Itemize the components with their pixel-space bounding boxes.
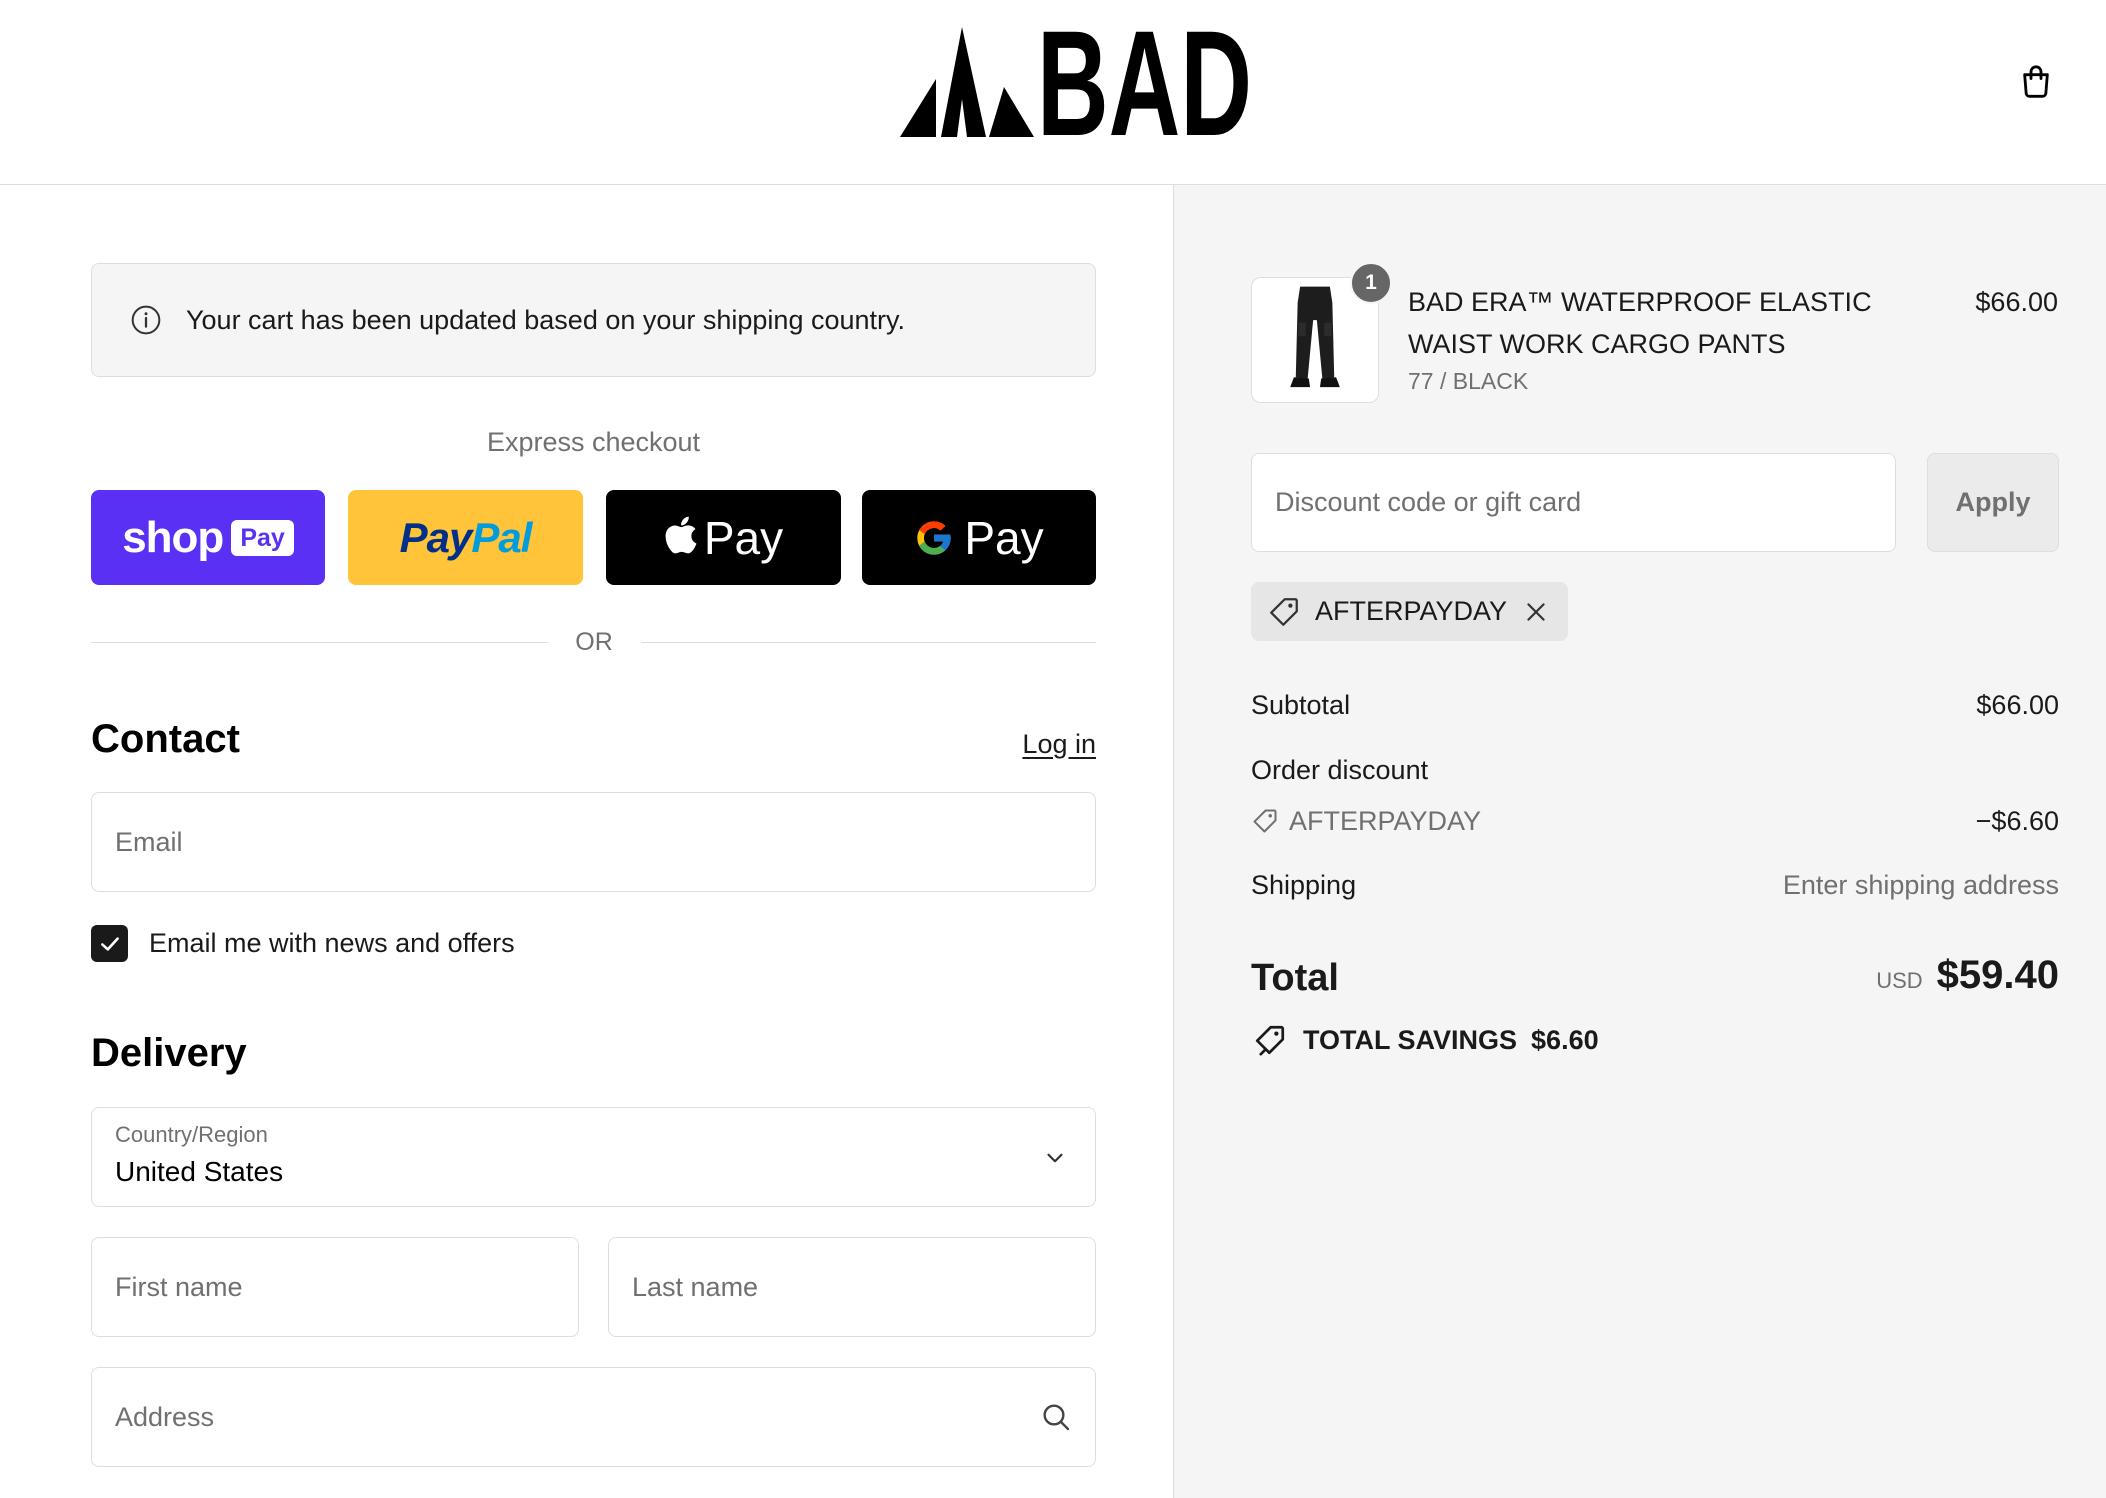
chevron-down-icon	[1047, 1153, 1063, 1163]
order-discount-row: Order discount	[1251, 753, 2059, 787]
checkout-form: Your cart has been updated based on your…	[0, 185, 1173, 1498]
divider-line-right	[641, 642, 1096, 643]
product-title: BAD ERA™ WATERPROOF ELASTIC WAIST WORK C…	[1408, 287, 1872, 359]
total-value: $59.40	[1936, 953, 2059, 997]
country-region-label: Country/Region	[115, 1122, 268, 1147]
product-variant: 77 / BLACK	[1408, 368, 1529, 394]
address-field[interactable]	[91, 1367, 1096, 1467]
google-pay-label: Pay	[964, 511, 1044, 564]
express-checkout-label: Express checkout	[486, 427, 701, 457]
shop-pay-button[interactable]: shop Pay	[91, 490, 325, 585]
total-row: Total USD $59.40	[1251, 951, 2059, 1005]
total-savings-value: $6.60	[1531, 1025, 1599, 1055]
country-region-value: United States	[115, 1156, 284, 1187]
discount-code-row: AFTERPAYDAY −$6.60	[1251, 804, 2059, 838]
apply-discount-button[interactable]: Apply	[1927, 453, 2059, 552]
contact-heading: Contact	[91, 717, 240, 761]
apple-pay-label: Pay	[703, 511, 784, 564]
shopping-bag-icon	[2023, 65, 2049, 98]
shipping-row: Shipping Enter shipping address	[1251, 868, 2059, 902]
subtotal-label: Subtotal	[1251, 690, 1351, 720]
discount-code-label: AFTERPAYDAY	[1289, 806, 1482, 836]
applied-discount-chip: AFTERPAYDAY	[1251, 582, 1568, 641]
shipping-label: Shipping	[1251, 870, 1357, 900]
first-name-field[interactable]	[91, 1237, 579, 1337]
total-savings-label: TOTAL SAVINGS	[1303, 1025, 1518, 1055]
email-field[interactable]	[91, 792, 1096, 892]
google-g-icon	[917, 520, 952, 555]
cart-button[interactable]	[2012, 57, 2060, 105]
newsletter-checkbox[interactable]	[91, 925, 128, 962]
site-header: BAD	[0, 0, 2106, 185]
remove-discount-button[interactable]	[1521, 597, 1551, 627]
quantity-badge: 1	[1350, 262, 1392, 304]
delivery-heading: Delivery	[91, 1031, 247, 1075]
cart-updated-notice: Your cart has been updated based on your…	[91, 263, 1096, 377]
discount-code-group: AFTERPAYDAY	[1251, 804, 1481, 838]
shop-pay-badge: Pay	[231, 519, 294, 556]
logo-text: BAD	[1037, 27, 1252, 137]
last-name-field[interactable]	[608, 1237, 1096, 1337]
subtotal-value: $66.00	[1976, 690, 2059, 720]
country-region-select[interactable]: Country/Region United States	[91, 1107, 1096, 1207]
login-link[interactable]: Log in	[1022, 727, 1096, 761]
subtotal-row: Subtotal $66.00	[1251, 688, 2059, 722]
discount-value: −$6.60	[1975, 806, 2059, 836]
order-discount-label: Order discount	[1251, 755, 1429, 785]
total-label: Total	[1251, 957, 1339, 999]
discount-code-field[interactable]	[1251, 453, 1896, 552]
close-icon	[1527, 602, 1545, 621]
paypal-wordmark-pay: Pay	[399, 513, 473, 561]
google-pay-button[interactable]: Pay	[862, 490, 1096, 585]
apple-logo-icon	[665, 516, 697, 553]
logo-mountain-peak	[941, 27, 986, 137]
paypal-button[interactable]: Pay Pal	[348, 490, 583, 585]
product-price: $66.00	[1975, 287, 2058, 317]
total-savings: TOTAL SAVINGS $6.60	[1253, 1023, 1599, 1057]
apple-pay-button[interactable]: Pay	[606, 490, 841, 585]
divider-line-left	[91, 642, 548, 643]
total-amount-group: USD $59.40	[1876, 951, 2059, 1005]
tag-icon	[1270, 597, 1298, 626]
paypal-wordmark-pal: Pal	[471, 513, 532, 561]
search-icon	[1043, 1404, 1070, 1431]
notice-text: Your cart has been updated based on your…	[186, 304, 906, 335]
info-icon	[131, 305, 161, 335]
logo-mountain-left	[900, 79, 936, 137]
savings-tag-icon	[1255, 1025, 1285, 1056]
store-logo[interactable]: BAD	[900, 0, 1252, 167]
logo-mountain-right	[989, 87, 1034, 137]
currency-code: USD	[1876, 968, 1923, 993]
order-summary: 1 BAD ERA™ WATERPROOF ELASTIC WAIST WORK…	[1173, 185, 2106, 1498]
applied-discount-code: AFTERPAYDAY	[1315, 596, 1508, 626]
tag-icon	[1253, 809, 1277, 833]
shop-pay-wordmark: shop	[122, 512, 224, 562]
logo-graphic: BAD	[900, 0, 1252, 167]
checkmark-icon	[100, 936, 119, 951]
newsletter-checkbox-label[interactable]: Email me with news and offers	[149, 926, 515, 960]
shipping-value: Enter shipping address	[1782, 870, 2059, 900]
divider-or-label: OR	[575, 628, 613, 656]
